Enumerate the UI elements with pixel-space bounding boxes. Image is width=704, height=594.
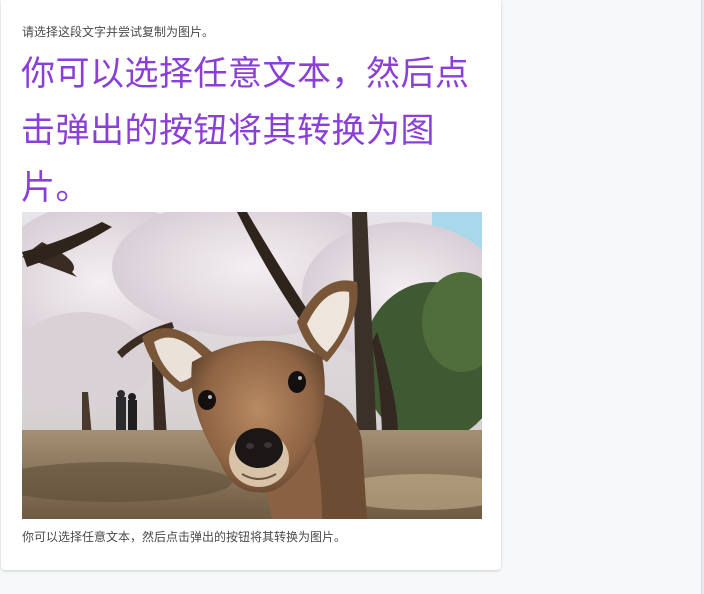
content-card: 请选择这段文字并尝试复制为图片。 你可以选择任意文本，然后点击弹出的按钮将其转换… [1, 0, 501, 570]
caption-text[interactable]: 你可以选择任意文本，然后点击弹出的按钮将其转换为图片。 [22, 529, 346, 545]
instruction-text[interactable]: 请选择这段文字并尝试复制为图片。 [22, 24, 214, 40]
headline-text[interactable]: 你可以选择任意文本，然后点击弹出的按钮将其转换为图片。 [21, 46, 487, 217]
deer-photo [22, 212, 482, 519]
page: 请选择这段文字并尝试复制为图片。 你可以选择任意文本，然后点击弹出的按钮将其转换… [0, 0, 704, 594]
